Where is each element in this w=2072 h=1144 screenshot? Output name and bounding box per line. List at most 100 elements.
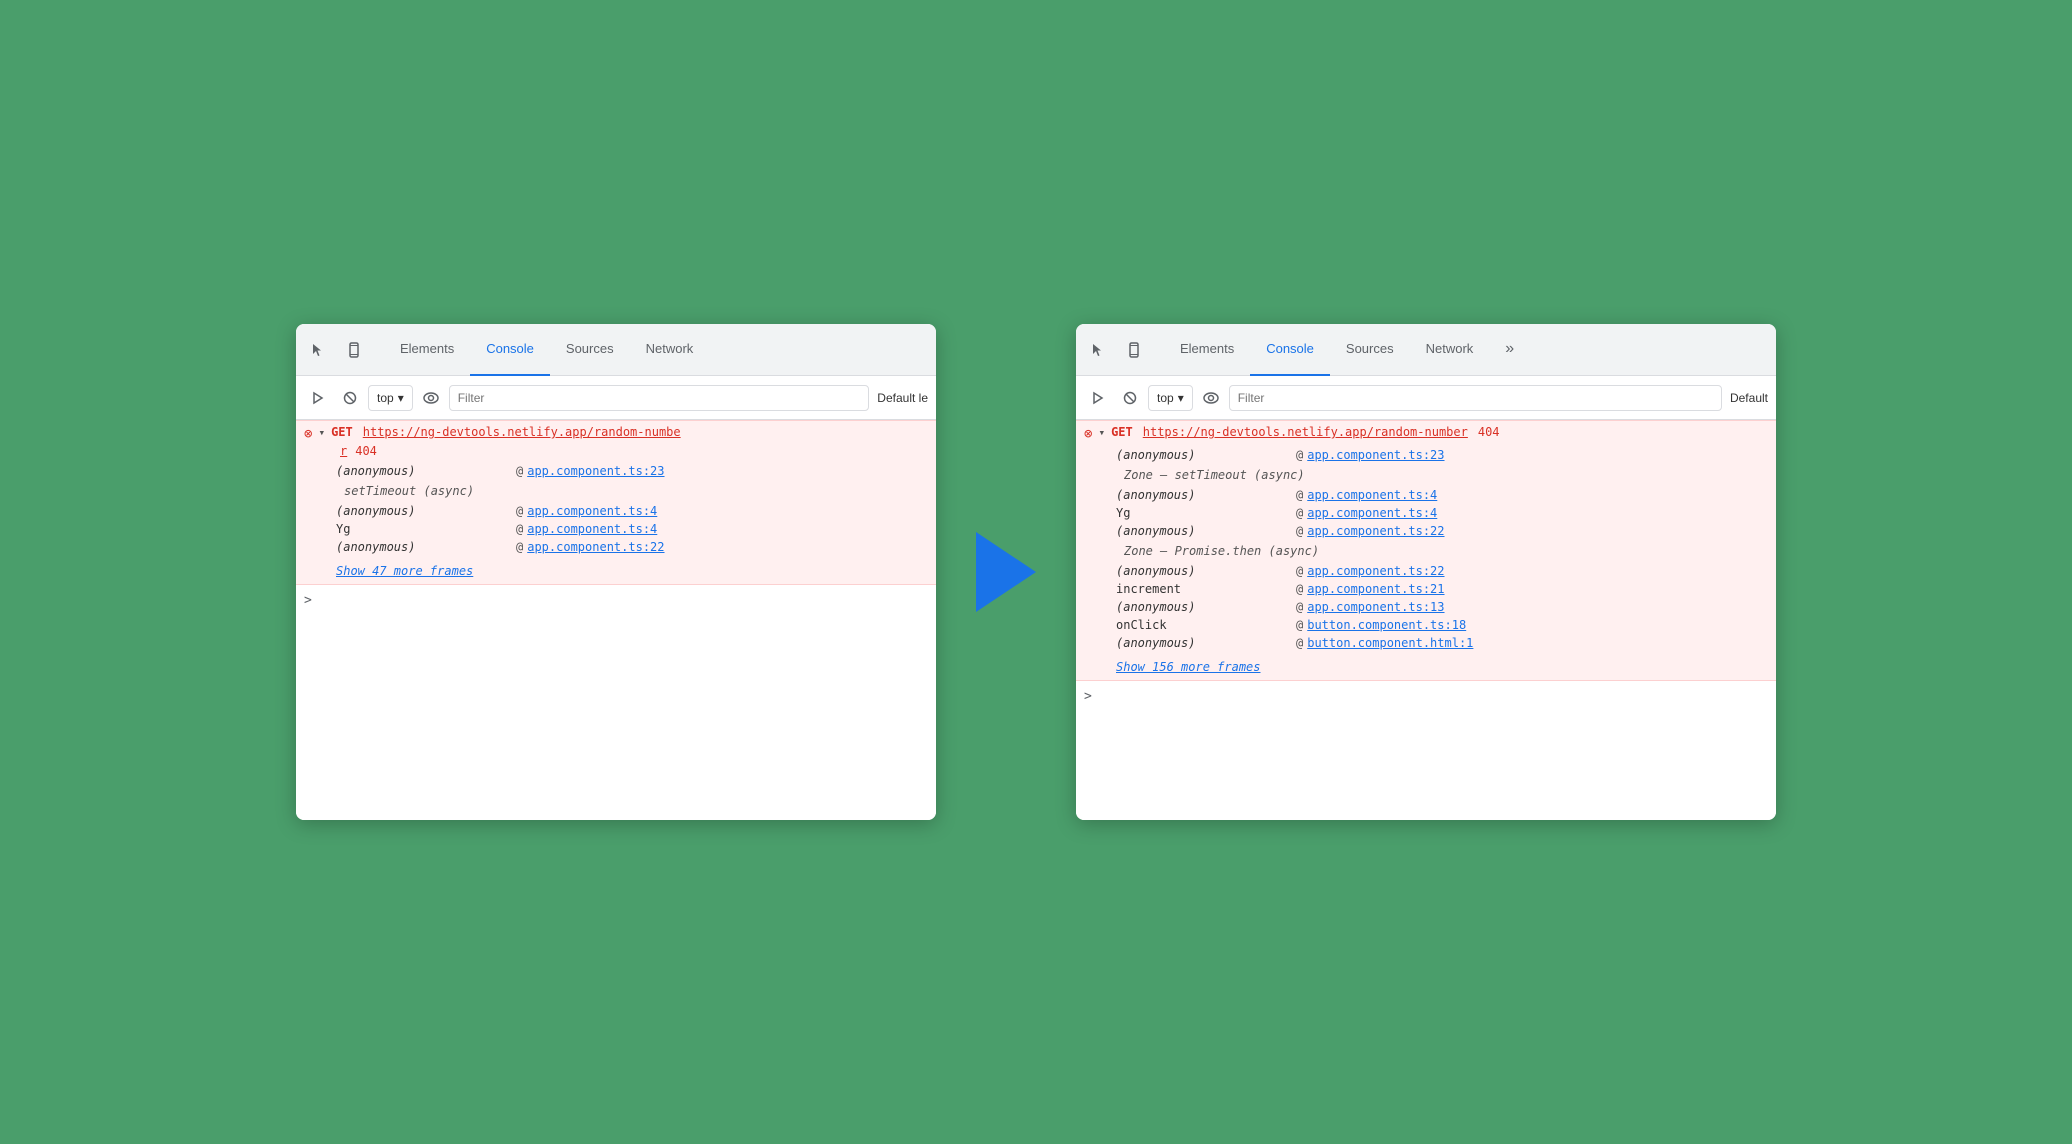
right-func-7: onClick [1116, 618, 1296, 632]
left-stack-row-2: Yg @ app.component.ts:4 [328, 520, 936, 538]
left-error-triangle: ▾ [318, 426, 325, 439]
right-error-status: 404 [1478, 425, 1500, 439]
right-stack-row-6: (anonymous) @ app.component.ts:13 [1108, 598, 1776, 616]
right-func-3: (anonymous) [1116, 524, 1296, 538]
left-eye-btn[interactable] [417, 384, 445, 412]
left-play-btn[interactable] [304, 384, 332, 412]
left-tab-sources[interactable]: Sources [550, 324, 630, 376]
right-func-8: (anonymous) [1116, 636, 1296, 650]
cursor-icon[interactable] [304, 336, 332, 364]
left-filter-input[interactable] [449, 385, 870, 411]
main-container: Elements Console Sources Network top ▾ [296, 324, 1776, 820]
right-error-icon: ⊗ [1084, 426, 1092, 442]
right-async-sep-1: Zone — setTimeout (async) [1116, 466, 1313, 484]
right-stack-row-2: Yg @ app.component.ts:4 [1108, 504, 1776, 522]
right-func-1: (anonymous) [1116, 488, 1296, 502]
left-show-more[interactable]: Show 47 more frames [296, 562, 936, 584]
left-stack-row-0: (anonymous) @ app.component.ts:23 [328, 462, 936, 480]
right-stack-row-5: increment @ app.component.ts:21 [1108, 580, 1776, 598]
left-link-1[interactable]: app.component.ts:4 [527, 504, 657, 518]
right-default-levels: Default [1730, 391, 1768, 405]
left-func-2: Yg [336, 522, 516, 536]
left-devtools-panel: Elements Console Sources Network top ▾ [296, 324, 936, 820]
right-stack-rows: (anonymous) @ app.component.ts:23 Zone —… [1076, 444, 1776, 658]
right-func-0: (anonymous) [1116, 448, 1296, 462]
left-async-sep-1: setTimeout (async) [336, 482, 516, 500]
right-func-5: increment [1116, 582, 1296, 596]
right-console-prompt[interactable]: > [1076, 681, 1776, 712]
right-tab-console[interactable]: Console [1250, 324, 1330, 376]
right-devtools-panel: Elements Console Sources Network » [1076, 324, 1776, 820]
right-stack-row-4: (anonymous) @ app.component.ts:22 [1108, 562, 1776, 580]
right-top-select[interactable]: top ▾ [1148, 385, 1193, 411]
right-arrow-icon [976, 532, 1036, 612]
right-eye-btn[interactable] [1197, 384, 1225, 412]
right-stack-row-async2: Zone — Promise.then (async) [1108, 540, 1776, 562]
right-error-line: ⊗ ▾ GET https://ng-devtools.netlify.app/… [1076, 421, 1776, 444]
right-stack-row-8: (anonymous) @ button.component.html:1 [1108, 634, 1776, 652]
right-link-7[interactable]: button.component.ts:18 [1307, 618, 1466, 632]
left-default-levels: Default le [877, 391, 928, 405]
left-ban-btn[interactable] [336, 384, 364, 412]
right-link-6[interactable]: app.component.ts:13 [1307, 600, 1444, 614]
left-tab-icons [304, 336, 368, 364]
right-func-6: (anonymous) [1116, 600, 1296, 614]
left-stack-row-1: (anonymous) @ app.component.ts:4 [328, 502, 936, 520]
right-console-content: ⊗ ▾ GET https://ng-devtools.netlify.app/… [1076, 420, 1776, 820]
left-func-0: (anonymous) [336, 464, 516, 478]
left-top-select[interactable]: top ▾ [368, 385, 413, 411]
mobile-icon[interactable] [340, 336, 368, 364]
right-stack-row-0: (anonymous) @ app.component.ts:23 [1108, 446, 1776, 464]
right-chevron-down-icon: ▾ [1178, 391, 1184, 405]
left-link-0[interactable]: app.component.ts:23 [527, 464, 664, 478]
right-link-5[interactable]: app.component.ts:21 [1307, 582, 1444, 596]
left-error-url2[interactable]: r [340, 444, 347, 458]
left-console-prompt[interactable]: > [296, 585, 936, 616]
right-link-0[interactable]: app.component.ts:23 [1307, 448, 1444, 462]
left-toolbar: top ▾ Default le [296, 376, 936, 420]
right-show-more[interactable]: Show 156 more frames [1076, 658, 1776, 680]
right-link-1[interactable]: app.component.ts:4 [1307, 488, 1437, 502]
left-link-3[interactable]: app.component.ts:22 [527, 540, 664, 554]
left-tab-elements[interactable]: Elements [384, 324, 470, 376]
right-link-4[interactable]: app.component.ts:22 [1307, 564, 1444, 578]
right-filter-input[interactable] [1229, 385, 1722, 411]
right-tab-more[interactable]: » [1489, 324, 1530, 376]
left-tab-network[interactable]: Network [630, 324, 710, 376]
right-async-sep-2: Zone — Promise.then (async) [1116, 542, 1327, 560]
right-toolbar: top ▾ Default [1076, 376, 1776, 420]
left-stack-row-async1: setTimeout (async) [328, 480, 936, 502]
left-error-url[interactable]: https://ng-devtools.netlify.app/random-n… [363, 425, 681, 439]
right-mobile-icon[interactable] [1120, 336, 1148, 364]
chevron-down-icon: ▾ [398, 391, 404, 405]
left-error-icon: ⊗ [304, 426, 312, 442]
left-func-1: (anonymous) [336, 504, 516, 518]
right-error-method: GET [1111, 425, 1133, 439]
right-stack-row-1: (anonymous) @ app.component.ts:4 [1108, 486, 1776, 504]
right-tab-network[interactable]: Network [1410, 324, 1490, 376]
right-link-8[interactable]: button.component.html:1 [1307, 636, 1473, 650]
right-cursor-icon[interactable] [1084, 336, 1112, 364]
right-tab-icons [1084, 336, 1148, 364]
left-error-block: ⊗ ▾ GET https://ng-devtools.netlify.app/… [296, 420, 936, 585]
right-link-3[interactable]: app.component.ts:22 [1307, 524, 1444, 538]
right-link-2[interactable]: app.component.ts:4 [1307, 506, 1437, 520]
right-tabs-bar: Elements Console Sources Network » [1076, 324, 1776, 376]
right-ban-btn[interactable] [1116, 384, 1144, 412]
left-error-line2: r 404 [296, 444, 936, 460]
right-error-triangle: ▾ [1098, 426, 1105, 439]
left-console-content: ⊗ ▾ GET https://ng-devtools.netlify.app/… [296, 420, 936, 820]
right-stack-row-3: (anonymous) @ app.component.ts:22 [1108, 522, 1776, 540]
right-tab-elements[interactable]: Elements [1164, 324, 1250, 376]
right-error-url[interactable]: https://ng-devtools.netlify.app/random-n… [1143, 425, 1468, 439]
right-play-btn[interactable] [1084, 384, 1112, 412]
left-error-status: 404 [355, 444, 377, 458]
left-stack-rows: (anonymous) @ app.component.ts:23 setTim… [296, 460, 936, 562]
left-tab-console[interactable]: Console [470, 324, 550, 376]
right-func-2: Yg [1116, 506, 1296, 520]
right-stack-row-7: onClick @ button.component.ts:18 [1108, 616, 1776, 634]
left-error-line: ⊗ ▾ GET https://ng-devtools.netlify.app/… [296, 421, 936, 444]
left-link-2[interactable]: app.component.ts:4 [527, 522, 657, 536]
right-tab-sources[interactable]: Sources [1330, 324, 1410, 376]
right-prompt-arrow: > [1084, 689, 1092, 704]
